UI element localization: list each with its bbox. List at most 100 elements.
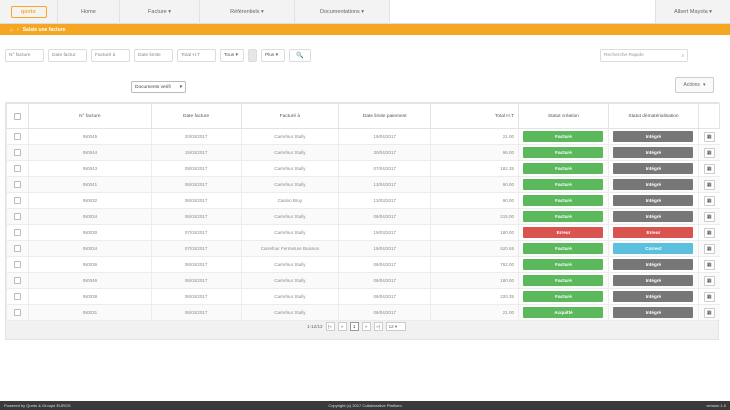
demat-status-badge[interactable]: Intégré xyxy=(613,291,694,302)
cell-invoice-number[interactable]: IN0043 xyxy=(27,160,152,177)
row-detail-button[interactable]: ▦ xyxy=(703,259,715,270)
demat-status-badge[interactable]: Intégré xyxy=(613,195,694,206)
table-row[interactable]: IN0030 07/03/2017 Carrefour Stully 19/03/20… xyxy=(6,224,720,241)
filter-status-select[interactable]: Tous ▾ xyxy=(220,49,244,62)
creation-status-badge[interactable]: Facturé xyxy=(523,147,604,158)
cell-invoice-number[interactable]: IN0041 xyxy=(27,176,152,193)
user-menu[interactable]: Albert Mayola ▾ xyxy=(656,0,730,24)
header-demat-status[interactable]: Statut dématérialisation xyxy=(607,103,699,129)
creation-status-badge[interactable]: Acquitté xyxy=(523,307,604,318)
creation-status-badge[interactable]: Facturé xyxy=(523,259,604,270)
demat-status-badge[interactable]: Intégré xyxy=(613,259,694,270)
table-row[interactable]: IN0043 08/03/2017 Carrefour Stully 07/04/20… xyxy=(6,160,720,177)
row-detail-button[interactable]: ▦ xyxy=(703,179,715,190)
first-page-button[interactable]: |« xyxy=(325,322,335,331)
header-billed-to[interactable]: Facturé à xyxy=(240,103,340,129)
row-checkbox[interactable] xyxy=(13,261,21,268)
cell-invoice-number[interactable]: IN0038 xyxy=(27,288,152,305)
row-detail-button[interactable]: ▦ xyxy=(703,163,715,174)
creation-status-badge[interactable]: Facturé xyxy=(523,291,604,302)
cell-invoice-number[interactable]: IN0031 xyxy=(27,304,152,321)
row-checkbox[interactable] xyxy=(13,293,21,300)
row-checkbox[interactable] xyxy=(13,213,21,220)
last-page-button[interactable]: »| xyxy=(373,322,383,331)
creation-status-badge[interactable]: Facturé xyxy=(523,131,604,142)
home-icon[interactable]: ⌂ xyxy=(10,27,13,33)
cell-invoice-number[interactable]: IN0034 xyxy=(27,208,152,225)
row-detail-button[interactable]: ▦ xyxy=(703,243,715,254)
select-all-checkbox[interactable] xyxy=(13,112,21,120)
search-button[interactable]: 🔍 xyxy=(289,49,311,62)
nav-referentiels[interactable]: Référentiels ▾ xyxy=(200,0,295,24)
nav-facture[interactable]: Facture ▾ xyxy=(120,0,200,24)
row-detail-button[interactable]: ▦ xyxy=(703,291,715,302)
creation-status-badge[interactable]: Facturé xyxy=(523,243,604,254)
quick-search-input[interactable]: Recherche Rapide ⌕ xyxy=(600,49,688,62)
row-checkbox[interactable] xyxy=(13,245,21,252)
cell-invoice-number[interactable]: IN0034 xyxy=(27,240,152,257)
row-detail-button[interactable]: ▦ xyxy=(703,211,715,222)
row-detail-button[interactable]: ▦ xyxy=(703,227,715,238)
row-checkbox[interactable] xyxy=(13,309,21,316)
header-invoice-number[interactable]: N° facture xyxy=(27,103,152,129)
cell-invoice-number[interactable]: IN0032 xyxy=(27,192,152,209)
row-checkbox[interactable] xyxy=(13,181,21,188)
demat-status-badge[interactable]: Intégré xyxy=(613,131,694,142)
demat-status-badge[interactable]: Intégré xyxy=(613,307,694,318)
demat-status-badge[interactable]: Correct xyxy=(613,243,694,254)
header-select-all[interactable] xyxy=(6,103,29,129)
creation-status-badge[interactable]: Erreur xyxy=(523,227,604,238)
cell-invoice-number[interactable]: IN0044 xyxy=(27,144,152,161)
row-detail-button[interactable]: ▦ xyxy=(703,275,715,286)
cell-invoice-number[interactable]: IN0045 xyxy=(27,128,152,145)
creation-status-badge[interactable]: Facturé xyxy=(523,275,604,286)
demat-status-badge[interactable]: Intégré xyxy=(613,163,694,174)
demat-status-badge[interactable]: Intégré xyxy=(613,179,694,190)
creation-status-badge[interactable]: Facturé xyxy=(523,211,604,222)
cell-invoice-number[interactable]: IN0030 xyxy=(27,224,152,241)
row-detail-button[interactable]: ▦ xyxy=(703,195,715,206)
header-creation-status[interactable]: Statut création xyxy=(518,103,609,129)
table-row[interactable]: IN0045 20/03/2017 Carrefour Stully 19/04/20… xyxy=(6,128,720,145)
next-page-button[interactable]: » xyxy=(361,322,371,331)
filter-total[interactable]: Total H.T xyxy=(177,49,216,62)
creation-status-badge[interactable]: Facturé xyxy=(523,163,604,174)
nav-home[interactable]: Home xyxy=(58,0,120,24)
filter-invoice-date[interactable]: Date factur. xyxy=(48,49,87,62)
filter-due-date[interactable]: Date limite xyxy=(134,49,173,62)
demat-status-badge[interactable]: Intégré xyxy=(613,211,694,222)
documents-select[interactable]: Documents verifi ▾ xyxy=(131,81,186,93)
row-checkbox[interactable] xyxy=(13,197,21,204)
row-detail-button[interactable]: ▦ xyxy=(703,131,715,142)
table-row[interactable]: IN0038 06/03/2017 Carrefour Stully 06/04/20… xyxy=(6,288,720,305)
row-checkbox[interactable] xyxy=(13,149,21,156)
creation-status-badge[interactable]: Facturé xyxy=(523,179,604,190)
table-row[interactable]: IN0032 06/03/2017 Casino Bruy 13/03/2017 90.… xyxy=(6,192,720,209)
demat-status-badge[interactable]: Intégré xyxy=(613,275,694,286)
filter-billed-to[interactable]: Facturé à xyxy=(91,49,130,62)
filter-plus-select[interactable]: Plus ▾ xyxy=(261,49,285,62)
current-page[interactable]: 1 xyxy=(349,322,359,331)
actions-button[interactable]: Actions ▾ xyxy=(675,77,714,93)
table-row[interactable]: IN0031 06/03/2017 Carrefour Stully 06/04/20… xyxy=(6,304,720,321)
demat-status-badge[interactable]: Intégré xyxy=(613,147,694,158)
per-page-select[interactable]: 12 ▾ xyxy=(385,322,406,331)
table-row[interactable]: IN0044 15/03/2017 Carrefour Stully 30/04/20… xyxy=(6,144,720,161)
row-checkbox[interactable] xyxy=(13,165,21,172)
row-checkbox[interactable] xyxy=(13,229,21,236)
demat-status-badge[interactable]: Erreur xyxy=(613,227,694,238)
row-detail-button[interactable]: ▦ xyxy=(703,147,715,158)
header-total[interactable]: Total H.T xyxy=(430,103,519,129)
cell-invoice-number[interactable]: IN0046 xyxy=(27,272,152,289)
table-row[interactable]: IN0041 06/03/2017 Carrefour Stully 13/04/20… xyxy=(6,176,720,193)
table-row[interactable]: IN0046 06/03/2017 Carrefour Stully 06/04/20… xyxy=(6,272,720,289)
row-detail-button[interactable]: ▦ xyxy=(703,307,715,318)
table-row[interactable]: IN0034 06/03/2017 Carrefour Stully 06/04/20… xyxy=(6,208,720,225)
row-checkbox[interactable] xyxy=(13,133,21,140)
cell-invoice-number[interactable]: IN0036 xyxy=(27,256,152,273)
filter-invoice-number[interactable]: N° facture xyxy=(5,49,44,62)
table-row[interactable]: IN0036 06/03/2017 Carrefour Stully 06/04/20… xyxy=(6,256,720,273)
logo[interactable]: qonto xyxy=(0,0,58,24)
header-due-date[interactable]: Date limite paiement xyxy=(338,103,432,129)
row-checkbox[interactable] xyxy=(13,277,21,284)
